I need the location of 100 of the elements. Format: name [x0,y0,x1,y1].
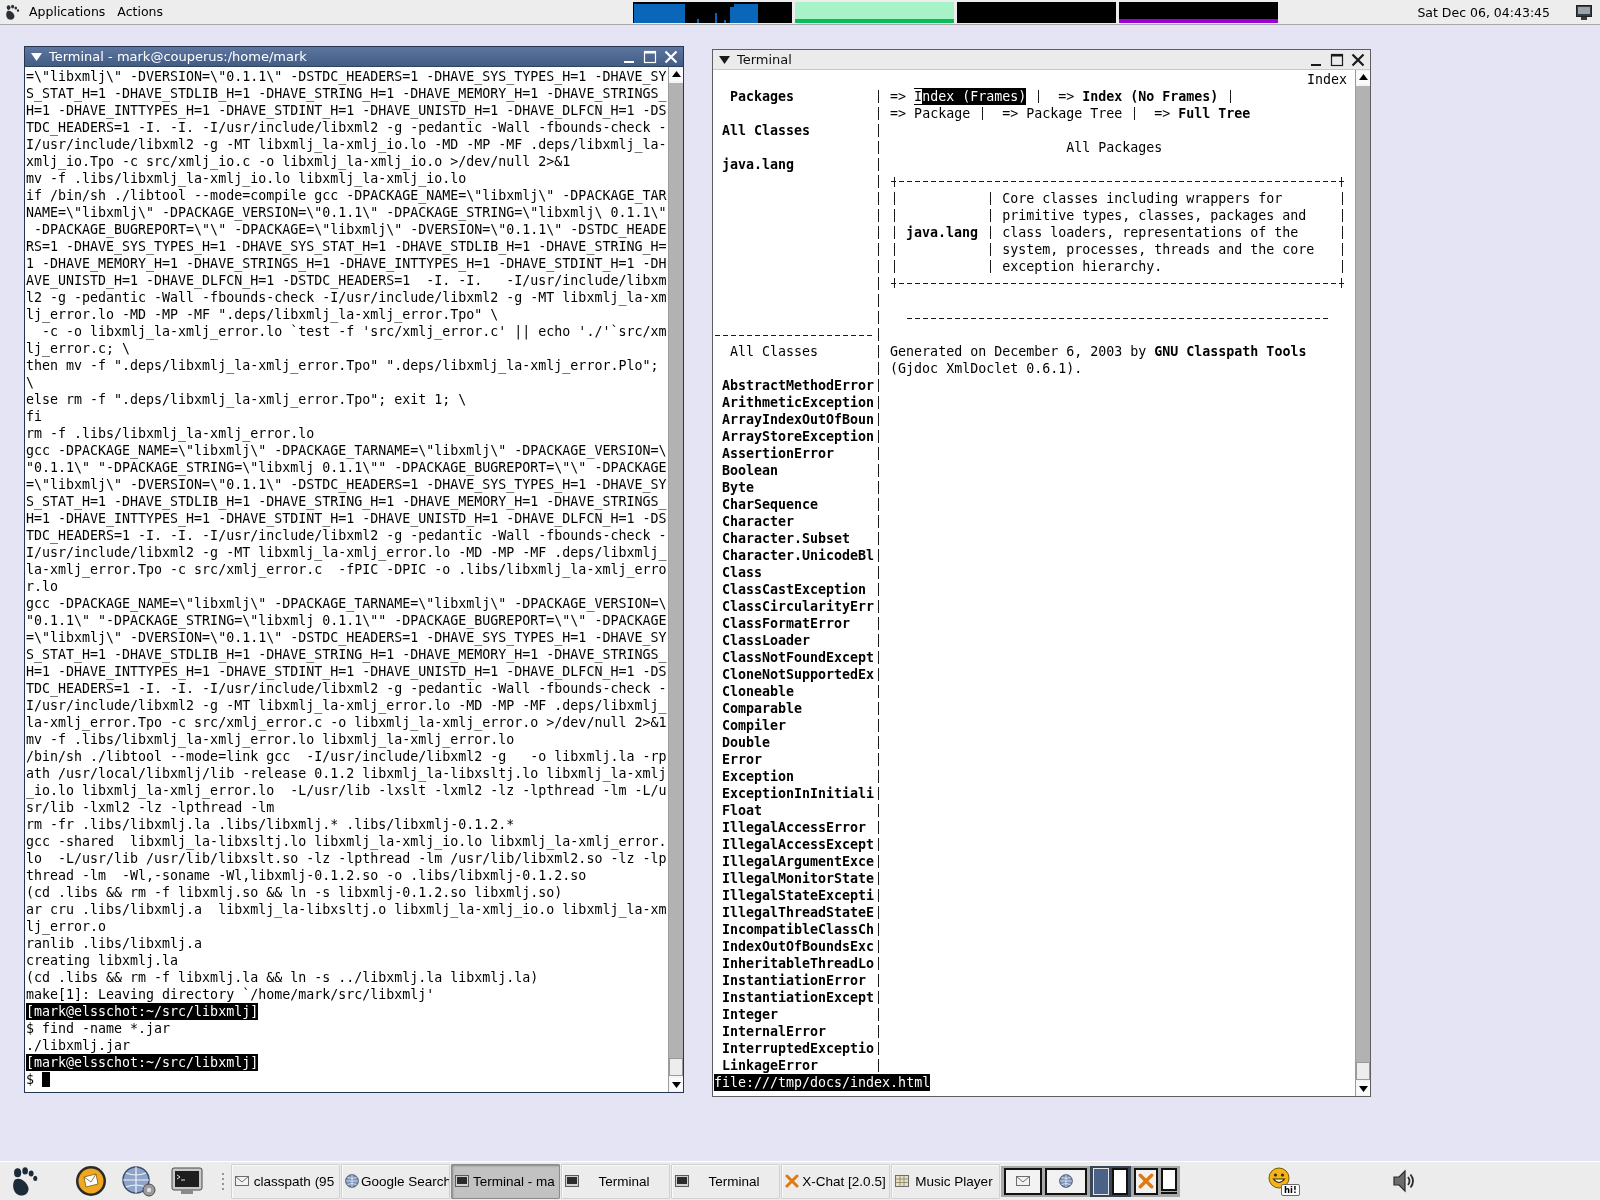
class-link[interactable]: IllegalAccessError [722,819,867,836]
disc-icon[interactable] [75,1165,107,1197]
terminal-line: =\"libxmlj\" -DVERSION=\"0.1.1\" -DSTDC_HEADERS=1 -DHAVE_SYS_TYPES_H=1 -DHAVE_SY [26,629,667,646]
text-cursor [42,1072,50,1087]
terminal-line: la-xmlj_error.Tpo -c src/xmlj_error.c -o libxmlj_la-xmlj_error.o >/dev/null 2>&1 [26,714,667,731]
class-link[interactable]: InternalError [722,1023,827,1040]
class-link[interactable]: AssertionError [722,445,835,462]
class-link[interactable]: Boolean [722,462,779,479]
task-button[interactable]: Terminal - ma [451,1163,560,1199]
class-link[interactable]: Float [722,802,763,819]
terminal-line: NAME=\"libxmlj\" -DPACKAGE_VERSION=\"0.1.1\" -DPACKAGE_STRING=\"libxmlj\ 0.1.1\" [26,204,667,221]
tray-button[interactable] [1004,1167,1042,1195]
terminal-icon [565,1174,579,1188]
terminal-line: lj_error.c; \ [26,340,131,357]
class-link[interactable]: Exception [722,768,795,785]
terminal-line: rm -f .libs/libxmlj_la-xmlj_error.lo [26,425,315,442]
class-link[interactable]: InstantiationExcept [722,989,875,1006]
workspace-cell[interactable] [1112,1167,1128,1195]
class-link[interactable]: IndexOutOfBoundsExc [722,938,875,955]
class-link[interactable]: InterruptedExceptio [722,1040,875,1057]
tray-button[interactable] [1134,1167,1158,1195]
class-link[interactable]: CloneNotSupportedEx [722,666,875,683]
class-link[interactable]: Character [722,513,795,530]
class-link[interactable]: Cloneable [722,683,795,700]
package-description: Core classes including wrappers for primitive types, classes, packages and class loaders, representations of the system, processes, threads and the core exception hierarchy. [1002,190,1316,275]
class-link[interactable]: CharSequence [722,496,819,513]
menu-item[interactable]: Actions [114,2,167,22]
nav-text: Package Tree [1026,105,1123,122]
class-link[interactable]: Compiler [722,717,787,734]
terminal-line: rm -fr .libs/libxmlj.la .libs/libxmlj.* .libs/libxmlj-0.1.2.* [26,816,515,833]
class-link[interactable]: ClassCircularityErr [722,598,875,615]
class-link[interactable]: ArithmeticException [722,394,875,411]
task-button[interactable]: Terminal [561,1163,670,1199]
class-link[interactable]: Integer [722,1006,779,1023]
close-icon[interactable] [1351,52,1365,67]
menu-item[interactable]: Applications [26,2,109,22]
speaker-icon[interactable] [1391,1168,1417,1194]
class-link[interactable]: Character.UnicodeBl [722,547,875,564]
terminal-line: "0.1.1\" "-DPACKAGE_STRING=\"libxmlj 0.1.1\"" -DPACKAGE_BUGREPORT=\"\" -DPACKAGE [26,459,667,476]
footer-link[interactable]: GNU Classpath Tools [1154,344,1307,359]
class-link[interactable]: ExceptionInInitiali [722,785,875,802]
package-link[interactable]: java.lang [906,224,979,241]
terminal-line: I/usr/include/libxml2 -g -MT libxmlj_la-xmlj_io.lo -MD -MP -MF .deps/libxmlj_la- [26,136,667,153]
class-link[interactable]: IllegalThreadStateE [722,904,875,921]
footer-text: Generated on December 6, 2003 by GNU Classpath Tools (Gjdoc XmlDoclet 0.6.1). [890,343,1308,377]
class-link[interactable]: InstantiationError [722,972,867,989]
terminal-icon[interactable] [171,1167,203,1195]
link-arrow: => [890,105,907,122]
class-link[interactable]: Character.Subset [722,530,851,547]
task-button[interactable]: classpath (95 [231,1163,340,1199]
terminal-line: H=1 -DHAVE_INTTYPES_H=1 -DHAVE_STDINT_H=1 -DHAVE_UNISTD_H=1 -DHAVE_DLFCN_H=1 -DS [26,102,667,119]
task-button[interactable]: Music Player [891,1163,1000,1199]
caret-icon[interactable] [31,52,42,61]
package-link[interactable]: java.lang [722,156,795,173]
class-link[interactable]: ArrayIndexOutOfBoun [722,411,875,428]
maximize-icon[interactable] [1330,52,1344,67]
class-link[interactable]: Error [722,751,763,768]
foot-icon[interactable] [4,4,20,20]
class-link[interactable]: Byte [722,479,755,496]
class-link[interactable]: IllegalAccessExcept [722,836,875,853]
class-link[interactable]: Comparable [722,700,803,717]
class-link[interactable]: IllegalStateExcepti [722,887,875,904]
link-arrow: => [1002,105,1019,122]
class-link[interactable]: ClassLoader [722,632,811,649]
class-link[interactable]: ClassCastException [722,581,867,598]
terminal-line: fi [26,408,42,425]
class-link[interactable]: ClassFormatError [722,615,851,632]
frame-link[interactable]: Packages [730,88,795,105]
terminal-line: thread -lm -Wl,-soname -Wl,libxmlj-0.1.2.so -o .libs/libxmlj-0.1.2.so [26,867,587,884]
terminal-line: I/usr/include/libxml2 -g -MT libxmlj_la-xmlj_error.lo -MD -MP -MF .deps/libxmlj_ [26,697,667,714]
terminal-line: H=1 -DHAVE_INTTYPES_H=1 -DHAVE_STDINT_H=1 -DHAVE_UNISTD_H=1 -DHAVE_DLFCN_H=1 -DS [26,510,667,527]
terminal-line: S_STAT_H=1 -DHAVE_STDLIB_H=1 -DHAVE_STRING_H=1 -DHAVE_MEMORY_H=1 -DHAVE_STRINGS_ [26,85,667,102]
globe-icon[interactable] [121,1165,157,1197]
scrollbar-thumb[interactable] [669,1058,683,1076]
terminal-line: make[1]: Leaving directory `/home/mark/src/libxmlj' [26,986,435,1003]
nav-link[interactable]: Full Tree [1178,105,1251,122]
class-link[interactable]: LinkageError [722,1057,819,1074]
terminal-line: TDC_HEADERS=1 -I. -I. -I/usr/include/libxml2 -g -pedantic -Wall -fbounds-check - [26,527,667,544]
window-icon[interactable] [1161,1167,1177,1195]
task-button[interactable]: X-Chat [2.0.5] [781,1163,890,1199]
terminal-line: then mv -f ".deps/libxmlj_la-xmlj_error.Tpo" ".deps/libxmlj_la-xmlj_error.Plo"; [26,357,659,374]
terminal-line: \ [26,374,34,391]
class-link[interactable]: IncompatibleClassCh [722,921,875,938]
nav-link[interactable]: Index (No Frames) [1082,88,1219,105]
caret-icon[interactable] [719,55,730,64]
scrollbar-thumb[interactable] [1356,1062,1370,1080]
class-link[interactable]: AbstractMethodError [722,377,875,394]
terminal-line: -c -o libxmlj_la-xmlj_error.lo `test -f 'src/xmlj_error.c' || echo './'`src/xm [41,323,667,340]
class-link[interactable]: Class [722,564,763,581]
class-link[interactable]: Double [722,734,771,751]
monitor-icon[interactable] [1576,4,1592,20]
class-link[interactable]: InheritableThreadLo [722,955,875,972]
task-button[interactable]: Terminal [671,1163,780,1199]
link-arrow: => [1058,88,1075,105]
class-link[interactable]: IllegalMonitorState [722,870,875,887]
class-link[interactable]: ArrayStoreException [722,428,875,445]
class-link[interactable]: ClassNotFoundExcept [722,649,875,666]
frame-link[interactable]: All Classes [722,122,811,139]
class-link[interactable]: IllegalArgumentExce [722,853,875,870]
tray-button[interactable] [1045,1167,1087,1195]
